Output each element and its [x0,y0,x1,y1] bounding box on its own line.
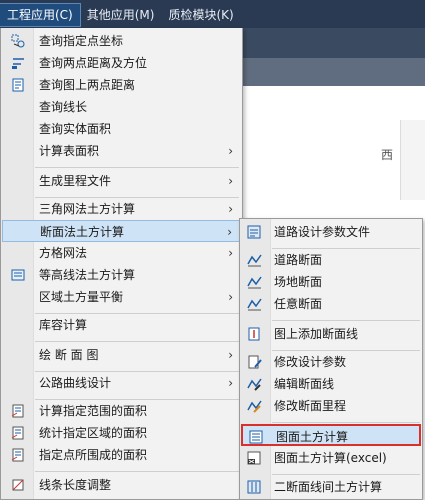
menu-item-line-length[interactable]: 查询线长 [2,96,242,118]
submenu-item-map-volume[interactable]: 图面土方计算 [241,424,421,446]
menu-item-contour-volume[interactable]: 等高线法土方计算 [2,264,242,286]
submenu-item-road-params[interactable]: 道路设计参数文件 [241,221,421,243]
submenu-item-edit-mileage[interactable]: 修改断面里程 [241,395,421,417]
compass-west-label: 西 [381,148,394,162]
region-area-icon [11,426,24,440]
two-section-volume-icon [247,480,261,494]
menu-item-volume-balance[interactable]: 区域土方量平衡 › [2,286,242,308]
submenu-separator [272,320,420,321]
chevron-right-icon: › [228,202,233,216]
submenu-item-two-section-volume[interactable]: 二断面线间土方计算 [241,476,421,498]
points-area-icon [11,448,24,462]
menu-item-line-length-adjust[interactable]: 线条长度调整 [2,474,242,496]
line-length-icon [12,479,24,491]
menu-item-surface-area[interactable]: 计算表面积 › [2,140,242,162]
contour-volume-icon [11,269,25,281]
menu-separator [35,167,239,168]
submenu-item-edit-params[interactable]: 修改设计参数 [241,351,421,373]
submenu-item-excel-volume[interactable]: 图面土方计算(excel) [241,447,421,469]
submenu-separator [272,422,420,423]
submenu-item-road-section[interactable]: 道路断面 [241,249,421,271]
chevron-right-icon: › [228,174,233,188]
menu-item-region-area[interactable]: 统计指定区域的面积 [2,422,242,444]
menu-engineering[interactable]: 工程应用(C) [0,3,81,27]
submenu-item-any-section[interactable]: 任意断面 [241,293,421,315]
road-params-icon [247,225,261,239]
edit-section-line-icon [247,378,262,391]
section-volume-submenu: 道路设计参数文件 道路断面 场地断面 任意断面 图上添加断面线 修改设计参数 编… [239,218,423,500]
edit-params-icon [248,355,262,369]
menu-quality[interactable]: 质检模块(K) [161,4,240,26]
chevron-right-icon: › [228,290,233,304]
menu-separator [35,341,239,342]
menu-item-mileage-file[interactable]: 生成里程文件 › [2,170,242,192]
engineering-dropdown: 查询指定点坐标 查询两点距离及方位 查询图上两点距离 查询线长 查询实体面积 计… [0,28,243,500]
submenu-separator [272,474,420,475]
chevron-right-icon: › [228,376,233,390]
road-section-icon [247,254,262,267]
menu-item-reservoir[interactable]: 库容计算 [2,314,242,336]
range-area-icon [11,404,24,418]
map-volume-icon [249,430,263,444]
chevron-right-icon: › [227,225,232,239]
submenu-item-add-section-line[interactable]: 图上添加断面线 [241,323,421,345]
menu-item-points-area[interactable]: 指定点所围成的面积 [2,444,242,466]
menu-item-entity-area[interactable]: 查询实体面积 [2,118,242,140]
submenu-item-site-section[interactable]: 场地断面 [241,271,421,293]
menu-item-two-point-distance[interactable]: 查询两点距离及方位 [2,52,242,74]
menu-item-section-volume[interactable]: 断面法土方计算 › [2,220,242,242]
two-point-distance-icon [12,58,24,69]
chevron-right-icon: › [228,144,233,158]
menu-item-map-distance[interactable]: 查询图上两点距离 [2,74,242,96]
menu-bar: 工程应用(C) 其他应用(M) 质检模块(K) [0,0,425,28]
point-coordinate-icon [11,34,25,48]
menu-separator [35,471,239,472]
edit-mileage-icon [247,400,262,413]
menu-item-range-area[interactable]: 计算指定范围的面积 [2,400,242,422]
add-section-line-icon [248,327,260,341]
menu-item-grid-method[interactable]: 方格网法 › [2,242,242,264]
chevron-right-icon: › [228,348,233,362]
menu-item-draw-section[interactable]: 绘 断 面 图 › [2,344,242,366]
menu-item-tin-volume[interactable]: 三角网法土方计算 › [2,198,242,220]
view-cube[interactable] [400,120,425,200]
excel-volume-icon [247,451,261,465]
chevron-right-icon: › [228,246,233,260]
menu-other[interactable]: 其他应用(M) [80,4,162,26]
panel-header [243,58,425,86]
menu-item-point-coordinate[interactable]: 查询指定点坐标 [2,30,242,52]
toolbar-strip [243,28,425,58]
any-section-icon [247,298,262,311]
map-distance-icon [12,78,24,92]
site-section-icon [247,276,262,289]
submenu-item-edit-section-line[interactable]: 编辑断面线 [241,373,421,395]
menu-item-road-curve[interactable]: 公路曲线设计 › [2,372,242,394]
